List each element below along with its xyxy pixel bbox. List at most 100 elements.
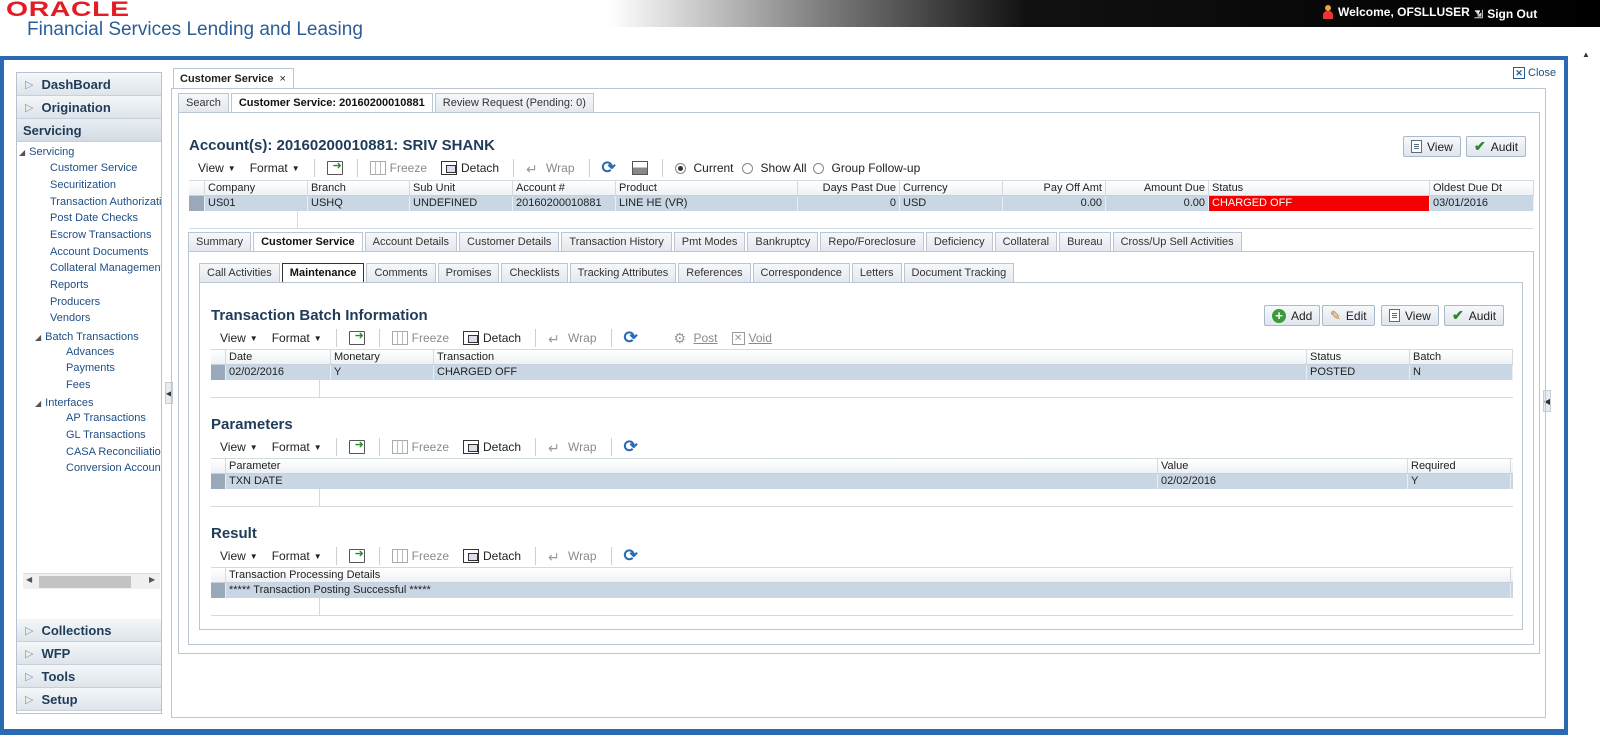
welcome-menu[interactable]: Welcome, OFSLLUSER ▼	[1322, 5, 1482, 19]
scroll-up-icon[interactable]: ▲	[1582, 50, 1590, 59]
tab-tracking-attributes[interactable]: Tracking Attributes	[569, 263, 677, 283]
tree-item-collateral-management[interactable]: Collateral Management	[50, 262, 161, 274]
tree-item-casa-reconciliation[interactable]: CASA Reconciliation	[66, 446, 161, 458]
detach-button[interactable]: Detach	[441, 161, 499, 175]
void-button[interactable]: ✕ Void	[731, 331, 772, 345]
table-row[interactable]: TXN DATE 02/02/2016 Y	[211, 474, 1513, 489]
tree-item-transaction-authorization[interactable]: Transaction Authorizati	[50, 196, 161, 208]
sign-out-link[interactable]: ⇲ Sign Out	[1474, 7, 1537, 21]
view-menu[interactable]: View ▼	[198, 161, 236, 175]
tree-item-ap-transactions[interactable]: AP Transactions	[66, 412, 146, 424]
col-parameter[interactable]: Parameter	[226, 459, 1158, 473]
col-product[interactable]: Product	[616, 181, 798, 195]
account-view-button[interactable]: View	[1403, 136, 1461, 157]
tab-cross-up-sell[interactable]: Cross/Up Sell Activities	[1112, 232, 1242, 252]
tree-item-vendors[interactable]: Vendors	[50, 312, 90, 324]
col-account-number[interactable]: Account #	[513, 181, 616, 195]
row-selector[interactable]	[211, 583, 226, 598]
freeze-button[interactable]: Freeze	[391, 549, 449, 563]
tab-customer-details[interactable]: Customer Details	[459, 232, 560, 252]
radio-show-all[interactable]: Show All	[741, 161, 807, 175]
tab-maintenance[interactable]: Maintenance	[281, 263, 365, 283]
col-required[interactable]: Required	[1408, 459, 1511, 473]
col-amount-due[interactable]: Amount Due	[1106, 181, 1209, 195]
tree-item-payments[interactable]: Payments	[66, 362, 115, 374]
wrap-button[interactable]: ↵ Wrap	[548, 440, 596, 456]
freeze-button[interactable]: Freeze	[391, 440, 449, 454]
tab-repo-foreclosure[interactable]: Repo/Foreclosure	[820, 232, 924, 252]
tree-node-servicing[interactable]: ◢ Servicing	[19, 146, 74, 158]
scroll-left-icon[interactable]: ◀	[26, 575, 32, 584]
table-row[interactable]: ***** Transaction Posting Successful ***…	[211, 583, 1513, 598]
tab-customer-service-account[interactable]: Customer Service: 20160200010881	[230, 93, 433, 113]
view-menu[interactable]: View ▼	[220, 331, 258, 345]
tab-comments[interactable]: Comments	[366, 263, 436, 283]
export-button[interactable]	[348, 329, 365, 345]
close-tab-icon[interactable]: ×	[280, 73, 286, 85]
tree-item-gl-transactions[interactable]: GL Transactions	[66, 429, 146, 441]
refresh-button[interactable]: ⟳	[624, 547, 640, 564]
tree-item-advances[interactable]: Advances	[66, 346, 114, 358]
tab-correspondence[interactable]: Correspondence	[752, 263, 850, 283]
add-button[interactable]: + Add	[1264, 305, 1321, 326]
print-button[interactable]	[631, 161, 648, 175]
tab-references[interactable]: References	[678, 263, 751, 283]
col-date[interactable]: Date	[226, 350, 331, 364]
wrap-button[interactable]: ↵ Wrap	[548, 549, 596, 565]
col-transaction-processing-details[interactable]: Transaction Processing Details	[226, 568, 1511, 582]
detach-button[interactable]: Detach	[463, 440, 521, 454]
col-company[interactable]: Company	[205, 181, 308, 195]
scroll-right-icon[interactable]: ▶	[149, 575, 155, 584]
row-selector[interactable]	[211, 365, 226, 380]
format-menu[interactable]: Format ▼	[250, 161, 300, 175]
tab-customer-service-main[interactable]: Customer Service ×	[173, 68, 294, 88]
tab-promises[interactable]: Promises	[437, 263, 500, 283]
col-days-past-due[interactable]: Days Past Due	[798, 181, 900, 195]
tree-item-securitization[interactable]: Securitization	[50, 179, 116, 191]
export-button[interactable]	[348, 438, 365, 454]
col-status[interactable]: Status	[1307, 350, 1410, 364]
post-button[interactable]: ⚙ Post	[674, 331, 718, 345]
tab-deficiency[interactable]: Deficiency	[925, 232, 993, 252]
close-button[interactable]: ✕ Close	[1513, 67, 1556, 79]
col-transaction[interactable]: Transaction	[434, 350, 1307, 364]
tree-item-escrow-transactions[interactable]: Escrow Transactions	[50, 229, 151, 241]
tree-item-customer-service[interactable]: Customer Service	[50, 162, 137, 174]
tab-letters[interactable]: Letters	[851, 263, 902, 283]
batch-view-button[interactable]: View	[1381, 305, 1439, 326]
tree-item-conversion-account[interactable]: Conversion Account	[66, 462, 161, 474]
sidebar-section-origination[interactable]: ▷ Origination	[17, 96, 161, 119]
wrap-button[interactable]: ↵ Wrap	[548, 331, 596, 347]
refresh-button[interactable]: ⟳	[624, 329, 640, 346]
freeze-button[interactable]: Freeze	[391, 331, 449, 345]
col-currency[interactable]: Currency	[900, 181, 1003, 195]
sidebar-section-collections[interactable]: ▷ Collections	[17, 619, 161, 642]
tree-item-reports[interactable]: Reports	[50, 279, 89, 291]
tree-item-post-date-checks[interactable]: Post Date Checks	[50, 212, 138, 224]
tab-summary[interactable]: Summary	[188, 232, 252, 252]
radio-group-follow-up[interactable]: Group Follow-up	[812, 161, 920, 175]
sidebar-horizontal-scrollbar[interactable]: ◀ ▶	[23, 573, 160, 589]
row-selector[interactable]	[211, 474, 226, 489]
tab-document-tracking[interactable]: Document Tracking	[903, 263, 1015, 283]
tab-bankruptcy[interactable]: Bankruptcy	[747, 232, 819, 252]
tab-call-activities[interactable]: Call Activities	[199, 263, 280, 283]
view-menu[interactable]: View ▼	[220, 549, 258, 563]
detach-button[interactable]: Detach	[463, 549, 521, 563]
tab-search[interactable]: Search	[178, 93, 229, 113]
radio-current[interactable]: Current	[674, 161, 734, 175]
account-audit-button[interactable]: ✔ Audit	[1466, 136, 1527, 157]
batch-audit-button[interactable]: ✔ Audit	[1444, 305, 1505, 326]
sidebar-section-wfp[interactable]: ▷ WFP	[17, 642, 161, 665]
tab-review-request[interactable]: Review Request (Pending: 0)	[434, 93, 594, 113]
tab-collateral[interactable]: Collateral	[994, 232, 1058, 252]
tree-item-producers[interactable]: Producers	[50, 296, 100, 308]
col-oldest-due-dt[interactable]: Oldest Due Dt	[1430, 181, 1534, 195]
view-menu[interactable]: View ▼	[220, 440, 258, 454]
col-branch[interactable]: Branch	[308, 181, 410, 195]
sidebar-section-servicing[interactable]: Servicing	[17, 119, 161, 142]
tab-pmt-modes[interactable]: Pmt Modes	[673, 232, 746, 252]
freeze-button[interactable]: Freeze	[369, 161, 427, 175]
refresh-button[interactable]: ⟳	[602, 159, 618, 176]
tree-item-account-documents[interactable]: Account Documents	[50, 246, 148, 258]
